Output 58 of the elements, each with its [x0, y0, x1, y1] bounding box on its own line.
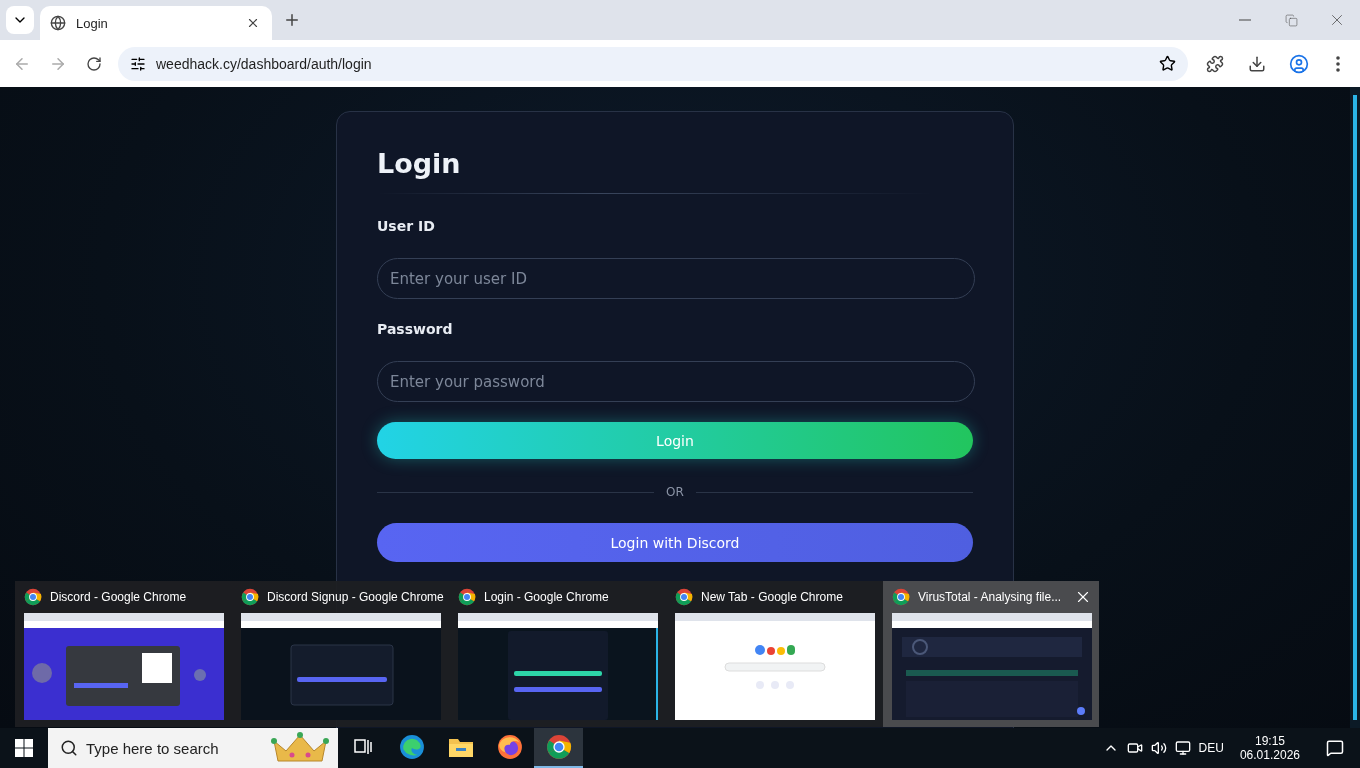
- window-preview[interactable]: Login - Google Chrome: [449, 581, 666, 727]
- chrome-icon: [675, 588, 693, 606]
- plus-icon: [283, 11, 301, 29]
- preview-title: New Tab - Google Chrome: [701, 590, 843, 604]
- login-title: Login: [377, 148, 462, 179]
- scrollbar[interactable]: [1350, 87, 1360, 728]
- discord-login-button[interactable]: Login with Discord: [377, 523, 973, 562]
- window-preview[interactable]: VirusTotal - Analysing file...: [883, 581, 1099, 727]
- url-text: weedhack.cy/dashboard/auth/login: [156, 55, 373, 72]
- preview-title: VirusTotal - Analysing file...: [918, 590, 1062, 604]
- field-label: User ID: [377, 218, 436, 234]
- tab-search-button[interactable]: [6, 6, 34, 34]
- browser-tab[interactable]: Login: [40, 6, 272, 40]
- close-icon: [246, 16, 260, 30]
- camera-icon[interactable]: [1126, 740, 1143, 756]
- taskbar-search-field[interactable]: Type here to search: [48, 728, 338, 768]
- text-field[interactable]: Enter your user ID: [377, 258, 975, 299]
- input-language[interactable]: DEU: [1198, 741, 1224, 755]
- windows-icon: [15, 739, 33, 757]
- field-label: Password: [377, 321, 454, 337]
- preview-title: Login - Google Chrome: [484, 590, 609, 604]
- firefox-icon: [496, 734, 523, 760]
- volume-icon[interactable]: [1150, 740, 1167, 756]
- tab-title: Login: [76, 15, 109, 31]
- window-preview[interactable]: New Tab - Google Chrome: [666, 581, 883, 727]
- chrome-icon: [545, 734, 572, 760]
- chrome-icon: [458, 588, 476, 606]
- or-divider-text: OR: [666, 485, 684, 499]
- clock-date: 06.01.2026: [1239, 748, 1300, 762]
- menu-icon: [1336, 55, 1340, 72]
- network-icon[interactable]: [1174, 740, 1191, 756]
- edge-icon: [398, 734, 425, 760]
- reload-icon: [86, 55, 102, 72]
- address-bar[interactable]: weedhack.cy/dashboard/auth/login: [118, 46, 1188, 81]
- bookmark-star-icon[interactable]: [1159, 55, 1176, 72]
- search-icon: [60, 739, 78, 757]
- text-field[interactable]: Enter your password: [377, 361, 975, 402]
- preview-title: Discord - Google Chrome: [50, 590, 187, 604]
- chrome-icon: [24, 588, 42, 606]
- clock-time: 19:15: [1254, 734, 1285, 748]
- globe-icon: [50, 15, 66, 31]
- profile-icon: [1289, 53, 1309, 74]
- crown-icon: [268, 731, 332, 765]
- folder-icon: [447, 736, 474, 758]
- window-preview[interactable]: Discord Signup - Google Chrome: [232, 581, 449, 727]
- notifications-icon[interactable]: [1326, 739, 1344, 757]
- minimize-icon: [1239, 19, 1251, 21]
- chrome-icon: [892, 588, 910, 606]
- task-view-icon: [352, 737, 373, 757]
- window-preview[interactable]: Discord - Google Chrome: [15, 581, 232, 727]
- search-placeholder: Type here to search: [86, 739, 219, 757]
- restore-icon: [1284, 13, 1298, 27]
- download-icon: [1248, 54, 1266, 73]
- taskbar-app-button[interactable]: [534, 728, 583, 768]
- site-settings-icon: [130, 55, 146, 72]
- puzzle-icon: [1206, 54, 1224, 73]
- chrome-icon: [241, 588, 259, 606]
- preview-title: Discord Signup - Google Chrome: [267, 590, 444, 604]
